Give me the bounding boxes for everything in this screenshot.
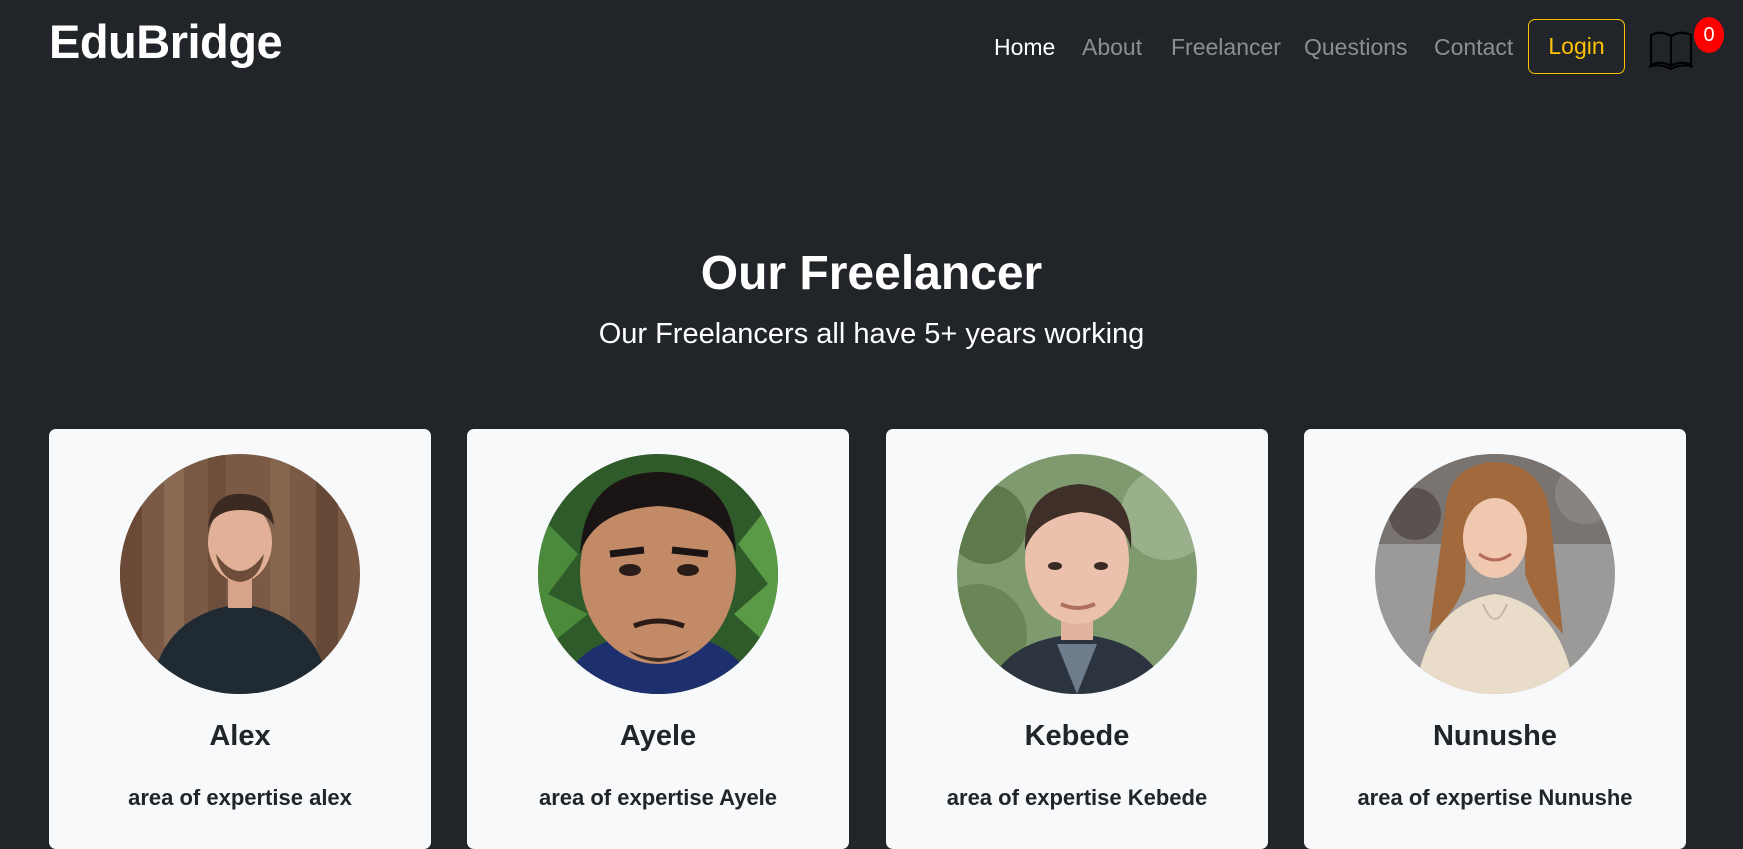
freelancer-card-kebede[interactable]: Kebede area of expertise Kebede [886, 429, 1268, 849]
freelancer-name: Kebede [1024, 720, 1130, 752]
freelancer-card-nunushe[interactable]: Nunushe area of expertise Nunushe [1304, 429, 1686, 849]
freelancer-name: Nunushe [1432, 720, 1558, 752]
cart-count-badge: 0 [1694, 17, 1724, 53]
freelancer-name: Ayele [619, 720, 697, 752]
book-icon [1648, 31, 1694, 71]
navbar: EduBridge Home About Freelancer Question… [0, 0, 1743, 95]
nav-link-about[interactable]: About [1082, 34, 1142, 61]
freelancer-expertise: area of expertise Ayele [538, 785, 778, 810]
freelancer-card-ayele[interactable]: Ayele area of expertise Ayele [467, 429, 849, 849]
cart-button[interactable]: 0 [1648, 17, 1728, 74]
login-button[interactable]: Login [1528, 19, 1625, 74]
nav-link-questions[interactable]: Questions [1304, 34, 1408, 61]
nav-link-home[interactable]: Home [994, 34, 1055, 61]
avatar-nunushe [1375, 454, 1615, 694]
freelancer-card-alex[interactable]: Alex area of expertise alex [49, 429, 431, 849]
avatar-ayele [538, 454, 778, 694]
brand-logo[interactable]: EduBridge [49, 14, 283, 69]
freelancer-expertise: area of expertise alex [128, 785, 352, 810]
nav-link-freelancer[interactable]: Freelancer [1171, 34, 1281, 61]
section-subtitle: Our Freelancers all have 5+ years workin… [598, 318, 1145, 350]
section-title: Our Freelancer [700, 247, 1043, 300]
avatar-kebede [957, 454, 1197, 694]
freelancer-expertise: area of expertise Nunushe [1357, 785, 1633, 810]
avatar-alex [120, 454, 360, 694]
freelancer-expertise: area of expertise Kebede [946, 785, 1208, 810]
freelancer-name: Alex [209, 720, 271, 752]
nav-link-contact[interactable]: Contact [1434, 34, 1513, 61]
